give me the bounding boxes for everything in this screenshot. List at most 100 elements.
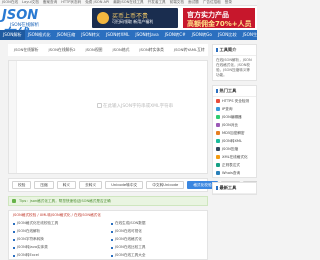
header: JSON在线 JSON在线解析 买币上币不贵 可扫码领取 新用户福利 官方实力产… [0, 6, 257, 42]
bullet-icon [111, 254, 113, 257]
tool-tab[interactable]: JSON在线解析 [10, 47, 43, 53]
hot-tool-item[interactable]: JSON对比 [213, 121, 256, 129]
toolbar-button[interactable]: 转义 [56, 181, 77, 189]
bullet-icon [13, 222, 15, 225]
intro-panel: 工具简介 在线JSON解析，JSON在线格式化，JSON校验，JSON压缩转义等… [212, 44, 257, 81]
tool-icon [216, 147, 220, 151]
hot-tool-item[interactable]: JSON转XML [213, 137, 256, 145]
nav-item[interactable]: JSON转Go [189, 30, 215, 40]
related-link[interactable]: JSON格式化在线校验工具 [13, 221, 105, 226]
tool-icon [216, 123, 220, 127]
hot-tool-label: Whois查询 [222, 170, 241, 175]
related-link[interactable]: JSON在线工具大全 [111, 253, 203, 258]
hot-tool-item[interactable]: XML在线格式化 [213, 153, 256, 161]
related-link-label: JSON在线可视化 [115, 229, 142, 233]
related-link[interactable]: 在线生成JSON数据 [111, 221, 203, 226]
tool-icon [216, 115, 220, 119]
editor-placeholder: 在此输入JSON字符串或XML字符串 [103, 104, 174, 109]
top-link[interactable]: 面试题 [188, 0, 199, 5]
related-link[interactable]: JSON转Java实体类 [13, 245, 105, 250]
success-icon [12, 199, 16, 203]
json-input-editor[interactable]: 在此输入JSON字符串或XML字符串 [8, 60, 208, 174]
new-tools-panel: 最新工具 [212, 182, 257, 195]
nav-item[interactable]: JSON转C# [162, 30, 189, 40]
line-number-gutter [9, 61, 17, 173]
top-link[interactable]: 广告位招租 [203, 0, 221, 5]
tool-icon [216, 163, 220, 167]
hot-tool-label: MD5加密解密 [222, 130, 245, 135]
related-link-label: JSON在线比较工具 [115, 245, 146, 249]
related-link[interactable]: JSON字符串转换 [13, 237, 105, 242]
nav-item[interactable]: JSON转XML [103, 30, 132, 40]
bullet-icon [13, 230, 15, 233]
related-link[interactable]: JSON在线格式化 [111, 237, 203, 242]
related-link-label: JSON转Excel [17, 253, 39, 257]
related-link-label: JSON在线格式化 [115, 237, 142, 241]
toolbar-button[interactable]: 中文转Unicode [146, 181, 185, 189]
hot-tool-item[interactable]: IP查询 [213, 105, 256, 113]
edit-icon [97, 103, 102, 108]
top-link[interactable]: 免费 JSON API [85, 0, 109, 5]
tool-icon [216, 131, 220, 135]
hot-tool-label: JSON压缩 [222, 146, 239, 151]
related-link[interactable]: JSON在线比较工具 [111, 245, 203, 250]
hot-tool-item[interactable]: JSON编辑器 [213, 113, 256, 121]
top-link[interactable]: HTTP状态码 [61, 0, 81, 5]
tool-icon [216, 139, 220, 143]
related-links-heading: JSON格式校验 / XML转JSON格式化 / 在线JSON格式化 [13, 213, 101, 217]
hot-tool-label: HTTPS 安全检测 [222, 98, 249, 103]
hot-tool-label: IP查询 [222, 106, 233, 111]
hot-tool-label: JSON编辑器 [222, 114, 242, 119]
nav-item[interactable]: JSON解析 [0, 30, 25, 40]
top-link[interactable]: 备案查询 [43, 0, 57, 5]
nav-item[interactable]: JSON转Java [132, 30, 161, 40]
tool-tab[interactable]: JSON格式 [108, 47, 133, 53]
status-text: Tips：json格式化工具，帮您快速验证JSON格式是否正确 [19, 199, 111, 203]
tool-tab[interactable]: JSON转YAML互转 [170, 47, 209, 53]
toolbar-button[interactable]: 校验 [12, 181, 32, 189]
related-link[interactable]: JSON在线可视化 [111, 229, 203, 234]
logo-subtitle: JSON在线解析 [10, 23, 40, 28]
hot-tool-item[interactable]: 正则表达式 [213, 161, 256, 169]
nav-item[interactable]: JSON格式化 [25, 30, 54, 40]
bullet-icon [111, 246, 113, 249]
hot-tool-item[interactable]: JSON压缩 [213, 145, 256, 153]
hot-tool-label: JSON对比 [222, 122, 239, 127]
nav-item[interactable]: JSON转义 [78, 30, 103, 40]
related-link-label: JSON在线解析 [17, 229, 41, 233]
nav-item[interactable]: JSON生成 [240, 30, 257, 40]
site-logo[interactable]: JSON在线 JSON在线解析 [2, 8, 39, 42]
related-links: JSON格式校验 / XML转JSON格式化 / 在线JSON格式化 JSON格… [8, 210, 208, 260]
intro-text: 在线JSON解析，JSON在线格式化，JSON校验，JSON压缩转义等功能。 [216, 58, 252, 77]
top-link[interactable]: 开发者工具 [148, 0, 166, 5]
tool-tab[interactable]: JSON在线解析2 [45, 47, 80, 53]
hot-tool-item[interactable]: Whois查询 [213, 169, 256, 177]
bullet-icon [111, 238, 113, 241]
tool-tab[interactable]: JSON转实体类 [135, 47, 168, 53]
tool-tab[interactable]: JSON视图 [82, 47, 107, 53]
top-link[interactable]: 最新JSON在线工具 [113, 0, 143, 5]
tool-icon [216, 107, 220, 111]
banner-ad-crypto[interactable]: 买币上币不贵 可扫码领取 新用户福利 [92, 8, 178, 28]
top-link[interactable]: 前端文档 [170, 0, 184, 5]
related-link-label: 在线生成JSON数据 [115, 221, 146, 225]
related-link-label: JSON格式化在线校验工具 [17, 221, 59, 225]
main-nav: JSON解析 JSON格式化 JSON压缩 JSON转义 JSON转XML JSON转Ja… [0, 30, 257, 40]
bullet-icon [13, 254, 15, 257]
toolbar-button[interactable]: 压缩 [34, 181, 54, 189]
related-link[interactable]: JSON在线解析 [13, 229, 105, 234]
nav-item[interactable]: JSON压缩 [54, 30, 79, 40]
top-link[interactable]: 登录 [225, 0, 232, 5]
hot-tool-item[interactable]: HTTPS 安全检测 [213, 97, 256, 105]
top-link[interactable]: Layui文档 [22, 0, 39, 5]
related-link[interactable]: JSON转Excel [13, 253, 105, 258]
bullet-icon [13, 238, 15, 241]
hot-tool-item[interactable]: MD5加密解密 [213, 129, 256, 137]
toolbar-button[interactable]: 去转义 [79, 181, 103, 189]
toolbar-button[interactable]: Unicode转中文 [105, 181, 144, 189]
top-link[interactable]: JSON在线 [2, 0, 18, 5]
banner-ad-partner[interactable]: 官方实力产品 高额佣金70%+人员 [183, 8, 255, 28]
coin-icon [97, 12, 109, 24]
nav-item[interactable]: JSON比较 [215, 30, 240, 40]
hot-tools-panel: 热门工具 HTTPS 安全检测 IP查询 JSON编辑器 JSON对比 MD5加密解密 J… [212, 85, 257, 178]
